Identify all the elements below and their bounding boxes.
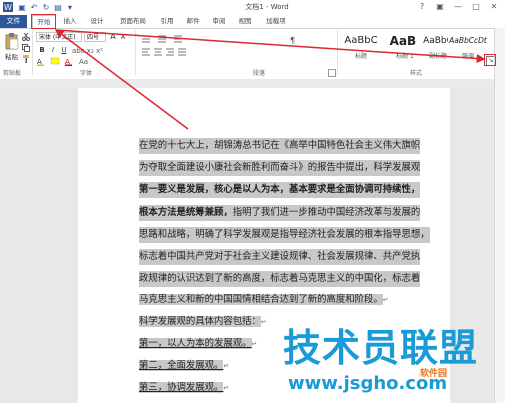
annotation-arrows — [54, 29, 486, 130]
